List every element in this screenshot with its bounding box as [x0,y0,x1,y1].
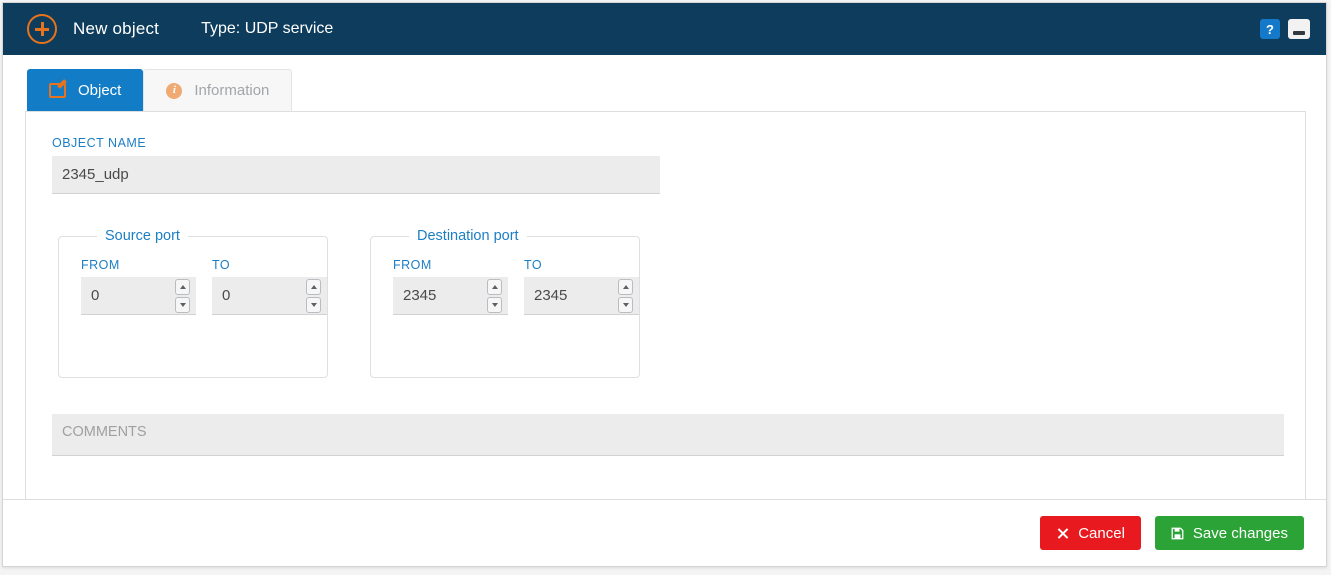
object-name-label: OBJECT NAME [52,136,147,150]
object-form-panel: OBJECT NAME Source port FROM [25,111,1306,501]
destination-port-from-stepper[interactable] [393,277,508,315]
destination-port-fieldset: Destination port FROM 2345 TO 2345 [370,228,640,378]
chevron-down-icon[interactable] [487,296,502,313]
chevron-down-icon[interactable] [175,296,190,313]
destination-port-from-label: FROM [393,258,432,272]
cancel-button-label: Cancel [1078,524,1125,542]
minimize-icon[interactable] [1288,19,1310,39]
form-content: OBJECT NAME Source port FROM [26,112,1305,461]
tab-object-label: Object [78,81,122,99]
info-icon: i [166,82,183,99]
destination-port-from-spinner [487,278,502,313]
edit-icon [49,82,66,98]
close-x-icon [1056,527,1069,540]
chevron-up-icon[interactable] [306,278,321,295]
destination-port-to-stepper[interactable] [524,277,639,315]
modal-title: New object [73,19,160,38]
source-port-fieldset: Source port FROM 0 TO 0 [58,228,328,378]
destination-port-fields: FROM TO [393,258,639,315]
help-icon[interactable]: ? [1260,19,1280,39]
app-root: New object Type: UDP service ? Object i … [0,0,1331,575]
comments-input[interactable] [52,414,1284,456]
source-port-to-label: TO [212,258,231,272]
chevron-up-icon[interactable] [618,278,633,295]
tab-object[interactable]: Object [27,69,144,111]
object-type-text: Type: UDP service [201,20,334,37]
save-changes-button[interactable]: Save changes [1154,516,1304,550]
titlebar-right-group: ? [1260,19,1326,39]
titlebar-left-group: New object Type: UDP service [3,14,333,44]
destination-port-to-group: TO [524,258,639,315]
chevron-down-icon[interactable] [618,296,633,313]
source-port-from-stepper[interactable] [81,277,196,315]
tab-information[interactable]: i Information [143,69,293,111]
source-port-from-group: FROM [81,258,196,315]
cancel-button[interactable]: Cancel [1040,516,1141,550]
modal-footer: Cancel Save changes [3,499,1326,566]
destination-port-to-label: TO [524,258,543,272]
destination-port-from-group: FROM [393,258,508,315]
tab-bar: Object i Information [3,55,1326,111]
chevron-up-icon[interactable] [175,278,190,295]
tab-information-label: Information [194,82,270,99]
modal-titlebar: New object Type: UDP service ? [3,3,1326,55]
source-port-to-group: TO [212,258,327,315]
object-name-group: OBJECT NAME [52,136,1279,194]
source-port-legend: Source port [105,228,180,244]
plus-circle-icon[interactable] [27,14,57,44]
destination-port-legend: Destination port [417,228,519,244]
chevron-up-icon[interactable] [487,278,502,295]
source-port-from-spinner [175,278,190,313]
source-port-from-label: FROM [81,258,120,272]
chevron-down-icon[interactable] [306,296,321,313]
source-port-to-spinner [306,278,321,313]
new-object-modal: New object Type: UDP service ? Object i … [2,2,1327,567]
save-changes-button-label: Save changes [1192,524,1288,542]
destination-port-to-spinner [618,278,633,313]
source-port-to-stepper[interactable] [212,277,327,315]
comments-group [52,414,1284,461]
port-fieldsets-row: Source port FROM 0 TO 0 Destination port… [52,228,1279,378]
floppy-save-icon [1171,527,1184,539]
source-port-fields: FROM TO [81,258,327,315]
object-name-input[interactable] [52,156,660,194]
